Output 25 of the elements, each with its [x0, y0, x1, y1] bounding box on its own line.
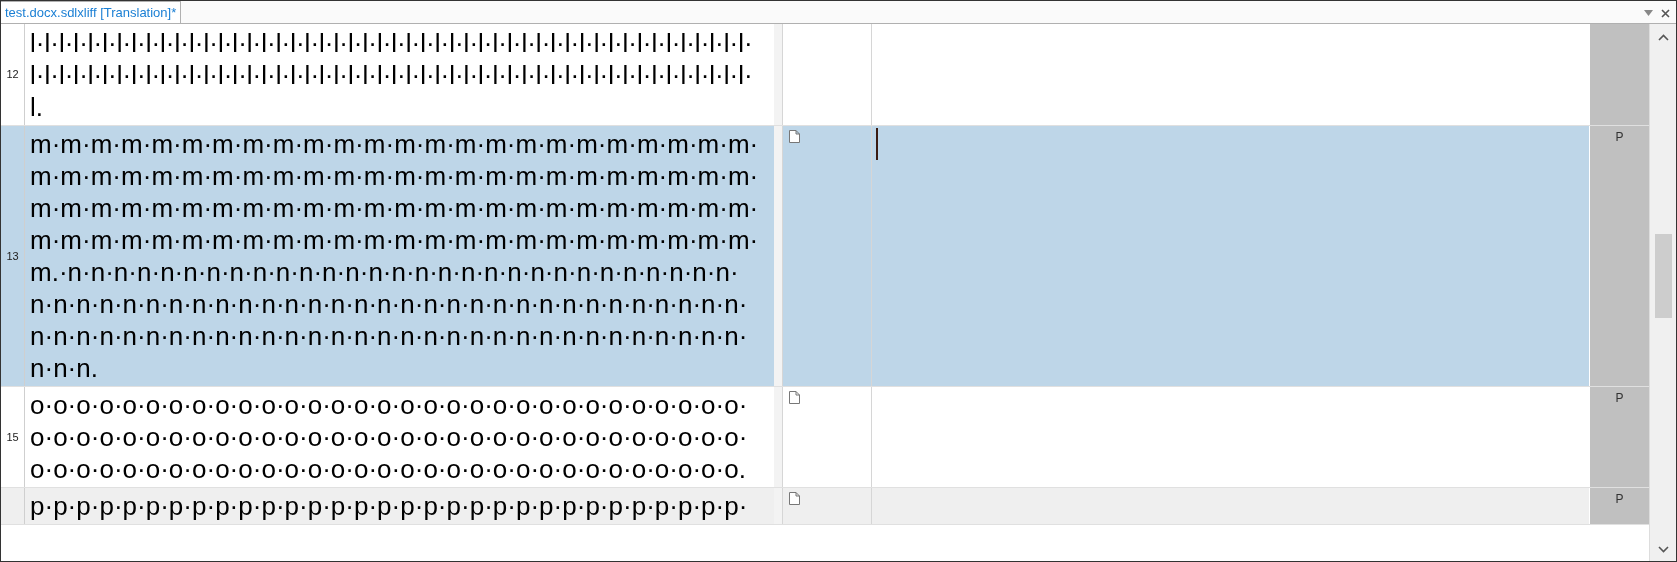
status-letter: P — [1615, 390, 1624, 405]
segment-row[interactable] — [1, 24, 1649, 126]
close-icon[interactable] — [1661, 9, 1670, 18]
document-icon — [789, 391, 800, 404]
scroll-thumb[interactable] — [1654, 234, 1672, 318]
segment-row[interactable]: p·p·p·p·p·p·p·p·p·p·p·p·p·p·p·p·p·p·p·p·p·p·p·p·p·p·p·p·p·p·p· P — [1, 488, 1649, 525]
source-text: p·p·p·p·p·p·p·p·p·p·p·p·p·p·p·p·p·p·p·p·p·p·p·p·p·p·p·p·p·p·p· — [30, 490, 749, 522]
row-number: 13 — [6, 248, 19, 264]
scrollbar[interactable] — [1649, 24, 1676, 561]
row-number: 15 — [6, 429, 19, 445]
status-letter: P — [1615, 491, 1624, 506]
document-tab[interactable]: test.docx.sdlxliff [Translation]* — [1, 1, 182, 23]
segment-row[interactable] — [1, 126, 1649, 387]
scroll-down-icon[interactable] — [1657, 546, 1669, 553]
row-number: 12 — [6, 67, 19, 83]
segment-row[interactable]: 15 o·o·o·o·o·o·o·o·o·o·o·o·o·o·o·o·o·o·o·o·o·o·o·o·o·o·o·o·o·o·o·o·o·o·o·o·o·o·o·o·o·o·o·o·o·o·o·o·o·o·o·o·o·o·o·o·o·o·o·o·o·o·o·o·o·o·o·o·o·o·o·o·o·o·o·o·o·o·o·o·o·o·o·o·o·o·o·o·o·o·o·o·o. P — [1, 387, 1649, 488]
dropdown-icon[interactable] — [1644, 10, 1653, 16]
scroll-up-icon[interactable] — [1657, 34, 1669, 41]
source-text: l·l·l·l·l·l·l·l·l·l·l·l·l·l·l·l·l·l·l·l·l·l·l·l·l·l·l·l·l·l·l·l·l·l·l·l·l·l·l·l·l·l·l·l·l·l·l·l·l·l·l·l·l·l·l·l·l·l·l·l·l·l·l·l·l·l·l·l·l·l·l·l·l·l·l·l·l·l·l·l·l·l·l·l·l·l·l·l·l·l·l·l·l·l·l·l·l·l·l·l·l. — [30, 27, 754, 123]
text-cursor — [876, 128, 878, 160]
document-icon — [789, 492, 800, 505]
status-letter: P — [1615, 129, 1624, 144]
source-text: o·o·o·o·o·o·o·o·o·o·o·o·o·o·o·o·o·o·o·o·o·o·o·o·o·o·o·o·o·o·o·o·o·o·o·o·o·o·o·o·o·o·o·o·o·o·o·o·o·o·o·o·o·o·o·o·o·o·o·o·o·o·o·o·o·o·o·o·o·o·o·o·o·o·o·o·o·o·o·o·o·o·o·o·o·o·o·o·o·o·o·o·o. — [30, 389, 749, 485]
source-text: m·m·m·m·m·m·m·m·m·m·m·m·m·m·m·m·m·m·m·m·m·m·m·m·m·m·m·m·m·m·m·m·m·m·m·m·m·m·m·m·m·m·m·m·m·m·m·m·m·m·m·m·m·m·m·m·m·m·m·m·m·m·m·m·m·m·m·m·m·m·m·m·m·m·m·m·m·m·m·m·m·m·m·m·m·m·m·m·m·m·m·m·m·m·m·m·m.·n·n·n·n·n·n·n·n·n·n·n·n·n·n·n·n·n·n·n·n·n·n·n·n·n·n·n·n·n·n·n·n·n·n·n·n·n·n·n·n·n·n·n·n·n·n·n·n·n·n·n·n·n·n·n·n·n·n·n·n·n·n·n·n·n·n·n·n·n·n·n·n·n·n·n·n·n·n·n·n·n·n·n·n·n·n·n·n·n·n·n·n·n·n. — [30, 128, 760, 384]
document-icon — [789, 130, 800, 143]
